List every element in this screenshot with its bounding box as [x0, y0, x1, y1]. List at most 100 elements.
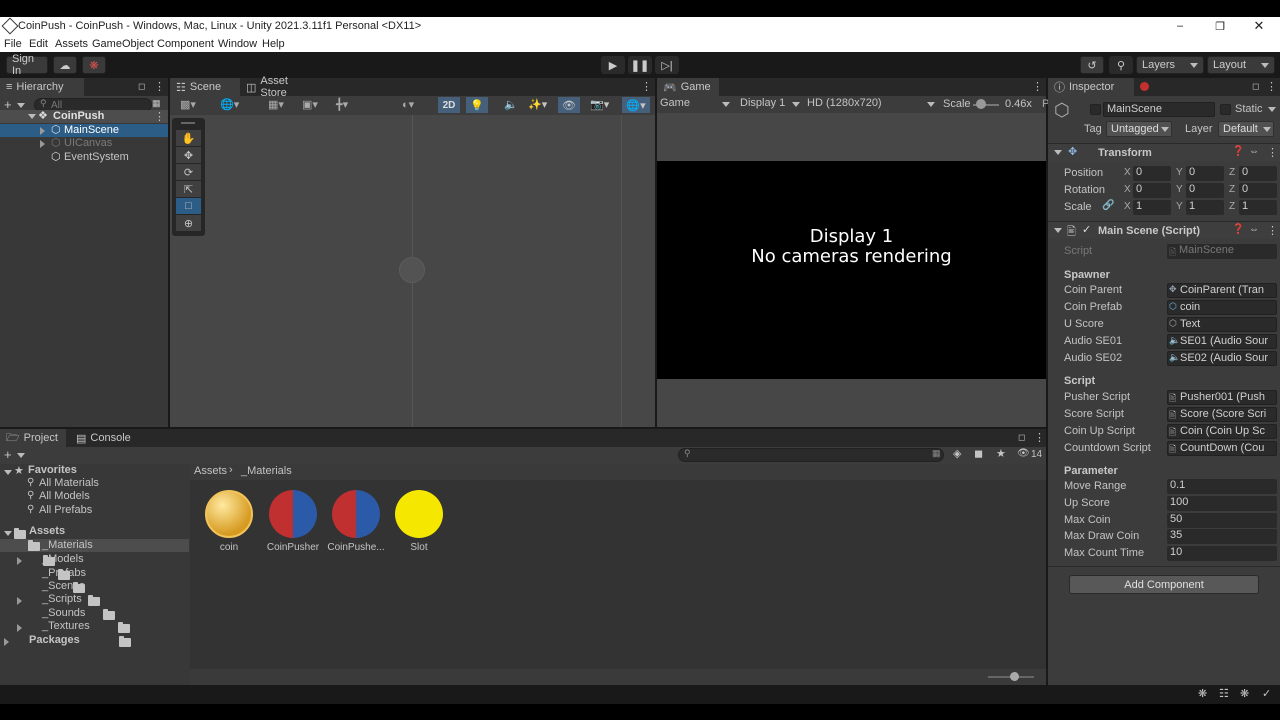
- packages-label[interactable]: Packages: [29, 634, 80, 646]
- rotate-tool-icon[interactable]: ⟳: [176, 164, 201, 180]
- gizmos-toggle-icon[interactable]: 🌐▾: [622, 97, 650, 113]
- tag-dropdown[interactable]: Untagged: [1106, 121, 1172, 137]
- folder-prefabs[interactable]: _Prefabs: [42, 567, 86, 579]
- tab-hierarchy[interactable]: ≡ Hierarchy: [0, 78, 84, 96]
- kebab-menu-icon[interactable]: ⋮: [154, 110, 165, 123]
- game-view-select[interactable]: Game: [660, 97, 730, 112]
- position-x-field[interactable]: 0: [1133, 166, 1171, 181]
- position-z-field[interactable]: 0: [1239, 166, 1277, 181]
- game-viewport[interactable]: Display 1 No cameras rendering: [657, 161, 1046, 379]
- chevron-down-icon[interactable]: [28, 114, 36, 119]
- active-checkbox[interactable]: [1090, 104, 1101, 115]
- folder-models[interactable]: _Models: [42, 553, 84, 565]
- hand-tool-icon[interactable]: ✋: [176, 130, 201, 146]
- audio-se01-field[interactable]: SE01 (Audio Sour: [1167, 334, 1277, 349]
- pusher-script-field[interactable]: Pusher001 (Push: [1167, 390, 1277, 405]
- main-scene-header[interactable]: 🖹 ✓ Main Scene (Script) ❓ ⇔ ⋮: [1048, 221, 1280, 239]
- progress-icon[interactable]: ☷: [1219, 687, 1229, 700]
- asset-thumb-coinpusher2[interactable]: CoinPushe...: [327, 490, 385, 556]
- folder-scripts[interactable]: _Scripts: [42, 593, 82, 605]
- lock-icon[interactable]: ◻: [1252, 81, 1259, 92]
- chevron-down-icon[interactable]: [17, 453, 25, 458]
- folder-textures[interactable]: _Textures: [42, 620, 90, 632]
- filter-by-label-icon[interactable]: ◼: [974, 447, 983, 460]
- lock-icon[interactable]: ◻: [1018, 432, 1025, 443]
- chevron-right-icon[interactable]: [17, 597, 22, 605]
- scale-slider-thumb[interactable]: [976, 99, 986, 109]
- chevron-right-icon[interactable]: [4, 638, 9, 646]
- tab-game[interactable]: 🎮 Game: [657, 78, 719, 96]
- filter-icon[interactable]: ▦: [152, 98, 161, 109]
- cloud-icon[interactable]: ☁: [53, 56, 77, 74]
- constrain-proportions-icon[interactable]: 🔗: [1102, 200, 1114, 211]
- chevron-down-icon[interactable]: [4, 531, 12, 536]
- menu-window[interactable]: Window: [218, 38, 257, 50]
- gizmo-globe-icon[interactable]: 🌐▾: [220, 98, 239, 111]
- hierarchy-item-mainscene[interactable]: ⬡ MainScene: [0, 124, 168, 137]
- kebab-menu-icon[interactable]: ⋮: [1034, 431, 1045, 444]
- rotation-z-field[interactable]: 0: [1239, 183, 1277, 198]
- chevron-right-icon[interactable]: [40, 140, 45, 148]
- kebab-menu-icon[interactable]: ⋮: [1266, 80, 1277, 93]
- static-checkbox[interactable]: [1220, 104, 1231, 115]
- chevron-down-icon[interactable]: [1268, 107, 1276, 112]
- u-score-field[interactable]: Text: [1167, 317, 1277, 332]
- debug-icon[interactable]: ❋: [1198, 687, 1207, 700]
- rect-tool-icon[interactable]: □: [176, 198, 201, 214]
- favorite-all-models[interactable]: All Models: [39, 490, 90, 502]
- minimize-icon[interactable]: –: [1170, 19, 1190, 33]
- help-icon[interactable]: ❓: [1232, 224, 1244, 235]
- transform-header[interactable]: ✥ Transform ❓ ⇔ ⋮: [1048, 143, 1280, 161]
- coin-up-script-field[interactable]: Coin (Coin Up Sc: [1167, 424, 1277, 439]
- kebab-menu-icon[interactable]: ⋮: [641, 80, 652, 93]
- chevron-right-icon[interactable]: [17, 557, 22, 565]
- history-icon[interactable]: ↺: [1080, 56, 1104, 74]
- tab-scene[interactable]: ☷ Scene: [170, 78, 240, 96]
- assets-root-label[interactable]: Assets: [29, 525, 65, 537]
- transform-tool-icon[interactable]: ⊕: [176, 215, 201, 231]
- kebab-menu-icon[interactable]: ⋮: [154, 80, 165, 93]
- resolution-select[interactable]: HD (1280x720): [807, 97, 935, 112]
- tab-asset-store[interactable]: ◫ Asset Store: [240, 75, 316, 99]
- rotation-x-field[interactable]: 0: [1133, 183, 1171, 198]
- thumbnail-size-thumb[interactable]: [1010, 672, 1019, 681]
- favorite-all-prefabs[interactable]: All Prefabs: [39, 504, 92, 516]
- search-icon[interactable]: ⚲: [1109, 56, 1133, 74]
- max-count-time-field[interactable]: 10: [1167, 546, 1277, 561]
- menu-component[interactable]: Component: [157, 38, 214, 50]
- coin-parent-field[interactable]: CoinParent (Tran: [1167, 283, 1277, 298]
- max-coin-field[interactable]: 50: [1167, 513, 1277, 528]
- menu-gameobject[interactable]: GameObject: [92, 38, 154, 50]
- lighting-toggle-icon[interactable]: 💡: [466, 97, 488, 113]
- collab-icon[interactable]: ❋: [82, 56, 106, 74]
- breadcrumb-assets[interactable]: Assets: [194, 465, 227, 477]
- favorites-star-icon[interactable]: ★: [996, 447, 1006, 460]
- favorite-all-materials[interactable]: All Materials: [39, 477, 99, 489]
- audio-se02-field[interactable]: SE02 (Audio Sour: [1167, 351, 1277, 366]
- lock-icon[interactable]: ◻: [138, 81, 145, 92]
- pause-button[interactable]: ❚❚: [628, 56, 652, 74]
- sign-in-button[interactable]: Sign In: [6, 53, 48, 77]
- grid-snap-icon[interactable]: ▦▾: [268, 98, 284, 111]
- snap-settings-icon[interactable]: ╋▾: [336, 98, 348, 111]
- preset-icon[interactable]: ⇔: [1249, 146, 1259, 157]
- preset-icon[interactable]: ⇔: [1249, 224, 1259, 235]
- network-icon[interactable]: ❋: [1240, 687, 1249, 700]
- add-component-button[interactable]: Add Component: [1069, 575, 1259, 594]
- play-button[interactable]: ▶: [601, 56, 625, 74]
- folder-row-materials[interactable]: _Materials: [0, 539, 189, 552]
- countdown-script-field[interactable]: CountDown (Cou: [1167, 441, 1277, 456]
- rotation-y-field[interactable]: 0: [1186, 183, 1224, 198]
- scale-z-field[interactable]: 1: [1239, 200, 1277, 215]
- filter-by-type-icon[interactable]: ◈: [953, 447, 961, 460]
- scene-origin-handle[interactable]: [399, 257, 425, 283]
- tab-console[interactable]: ▤ Console: [70, 429, 136, 447]
- hierarchy-item-eventsystem[interactable]: ⬡ EventSystem: [0, 151, 168, 164]
- scale-x-field[interactable]: 1: [1133, 200, 1171, 215]
- kebab-menu-icon[interactable]: ⋮: [1032, 80, 1043, 93]
- menu-assets[interactable]: Assets: [55, 38, 88, 50]
- breadcrumb-materials[interactable]: _Materials: [241, 465, 292, 477]
- scale-tool-icon[interactable]: ⇱: [176, 181, 201, 197]
- chevron-down-icon[interactable]: [17, 103, 25, 108]
- asset-thumb-slot[interactable]: Slot: [394, 490, 444, 556]
